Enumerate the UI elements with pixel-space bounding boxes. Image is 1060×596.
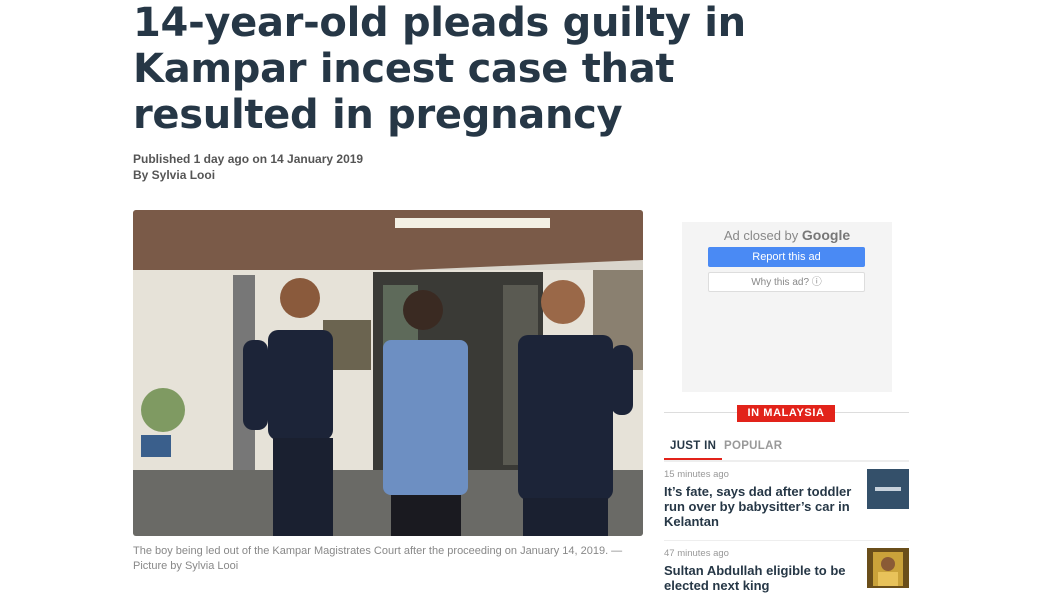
why-this-ad-button[interactable]: Why this ad? ⓘ (708, 272, 865, 292)
ad-panel: Ad closed by Google Report this ad Why t… (682, 222, 892, 392)
item-divider (664, 540, 909, 541)
news-item[interactable]: 47 minutes ago Sultan Abdullah eligible … (664, 548, 909, 593)
article-headline: 14-year-old pleads guilty in Kampar ince… (133, 0, 746, 138)
thumbnail-image (867, 469, 909, 509)
tab-just-in[interactable]: JUST IN (664, 438, 723, 460)
ad-closed-notice: Ad closed by Google (682, 227, 892, 243)
section-badge[interactable]: IN MALAYSIA (737, 405, 835, 422)
thumbnail-image (867, 548, 909, 588)
sidebar-tabs: JUST IN POPULAR (664, 438, 909, 462)
news-thumbnail[interactable] (867, 548, 909, 588)
report-ad-button[interactable]: Report this ad (708, 247, 865, 267)
tab-popular[interactable]: POPULAR (724, 438, 782, 460)
news-title[interactable]: It’s fate, says dad after toddler run ov… (664, 484, 859, 529)
news-title[interactable]: Sultan Abdullah eligible to be elected n… (664, 563, 859, 593)
news-thumbnail[interactable] (867, 469, 909, 509)
published-date: Published 1 day ago on 14 January 2019 (133, 152, 364, 166)
news-item[interactable]: 15 minutes ago It’s fate, says dad after… (664, 469, 909, 529)
photo-image (133, 210, 643, 536)
google-logo: Google (801, 227, 851, 243)
article-meta: Published 1 day ago on 14 January 2019 B… (133, 151, 363, 183)
byline: By Sylvia Looi (133, 168, 216, 182)
photo-caption: The boy being led out of the Kampar Magi… (133, 545, 623, 572)
article-photo (133, 210, 643, 536)
ad-closed-prefix: Ad closed by (723, 228, 799, 243)
